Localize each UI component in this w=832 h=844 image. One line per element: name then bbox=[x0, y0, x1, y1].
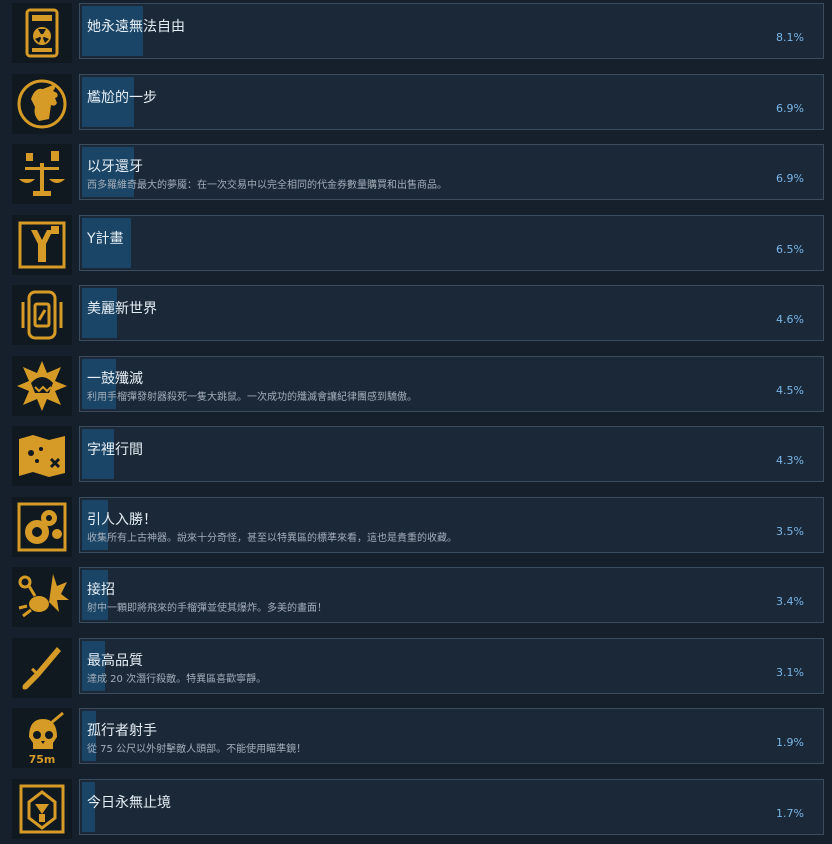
achievement-panel: 美麗新世界 4.6% bbox=[79, 285, 824, 341]
achievement-panel: 一鼓殲滅利用手榴彈發射器殺死一隻大跳鼠。一次成功的殲滅會讓紀律團感到驕傲。 4.5… bbox=[79, 355, 824, 412]
unlock-percentage: 4.3% bbox=[776, 454, 804, 467]
achievement-title: 尷尬的一步 bbox=[87, 89, 157, 106]
achievement-row[interactable]: 她永遠無法自由 8.1% bbox=[0, 3, 832, 63]
achievement-row[interactable]: 尷尬的一步 6.9% bbox=[0, 73, 832, 134]
achievement-panel: 最高品質達成 20 次潛行殺敵。特異區喜歡寧靜。 3.1% bbox=[79, 637, 824, 694]
achievement-panel: 以牙還牙西多羅維奇最大的夢魇：在一次交易中以完全相同的代金券數量購買和出售商品。… bbox=[79, 144, 824, 200]
achievement-row[interactable]: 字裡行間 4.3% bbox=[0, 426, 832, 486]
achievement-description: 利用手榴彈發射器殺死一隻大跳鼠。一次成功的殲滅會讓紀律團感到驕傲。 bbox=[87, 391, 417, 403]
achievement-icon bbox=[12, 426, 72, 486]
achievement-title: 一鼓殲滅 bbox=[87, 370, 143, 387]
achievement-icon bbox=[12, 637, 72, 698]
achievement-row[interactable]: 美麗新世界 4.6% bbox=[0, 285, 832, 345]
unlock-percentage: 3.4% bbox=[776, 595, 804, 608]
unlock-percentage: 4.6% bbox=[776, 313, 804, 326]
achievement-icon: 75m bbox=[12, 708, 72, 768]
achievement-icon bbox=[12, 567, 72, 627]
achievement-description: 收集所有上古神器。說來十分奇怪，甚至以特異區的標準來看，這也是貴重的收藏。 bbox=[87, 532, 457, 544]
achievement-icon bbox=[12, 73, 72, 134]
unlock-percentage: 6.9% bbox=[776, 101, 804, 115]
achievement-description: 射中一顆即將飛來的手榴彈並使其爆炸。多美的畫面！ bbox=[87, 603, 327, 614]
achievement-list: 她永遠無法自由 8.1% 尷尬的一步 6.9% 以牙還牙 西多羅維奇最大的夢魇：在一次交易… bbox=[0, 0, 832, 844]
unlock-percentage: 3.5% bbox=[776, 524, 804, 538]
achievement-panel: 尷尬的一步 6.9% bbox=[79, 73, 824, 130]
achievement-title: 字裡行間 bbox=[87, 442, 143, 458]
achievement-icon bbox=[12, 285, 72, 345]
unlock-percentage: 1.9% bbox=[776, 736, 804, 749]
knife-icon bbox=[22, 646, 61, 689]
achievement-panel: Y計畫 6.5% bbox=[79, 214, 824, 271]
achievement-row[interactable]: 最高品質達成 20 次潛行殺敵。特異區喜歡寧靜。 3.1% bbox=[0, 637, 832, 698]
y-emblem-icon bbox=[18, 221, 66, 268]
achievement-title: 引人入勝！ bbox=[87, 511, 157, 528]
achievement-title: 美麗新世界 bbox=[87, 301, 157, 317]
achievement-row[interactable]: 以牙還牙西多羅維奇最大的夢魇：在一次交易中以完全相同的代金券數量購買和出售商品。… bbox=[0, 144, 832, 204]
scales-icon bbox=[19, 151, 65, 196]
achievement-title: 接招 bbox=[87, 582, 115, 598]
achievement-panel: 她永遠無法自由 8.1% bbox=[79, 3, 824, 59]
achievement-title: 最高品質 bbox=[87, 652, 143, 669]
hand-on-face-icon bbox=[17, 79, 67, 128]
achievement-title: 她永遠無法自由 bbox=[87, 19, 185, 35]
hazard-badge-icon bbox=[25, 8, 59, 58]
skull-75m-icon: 75m bbox=[29, 711, 64, 766]
achievement-row[interactable]: 一鼓殲滅利用手榴彈發射器殺死一隻大跳鼠。一次成功的殲滅會讓紀律團感到驕傲。 4.5… bbox=[0, 355, 832, 416]
achievement-title: 以牙還牙 bbox=[87, 159, 143, 175]
canister-icon bbox=[21, 290, 63, 340]
achievement-row[interactable]: Y計畫 6.5% bbox=[0, 214, 832, 275]
grenade-burst-icon bbox=[18, 574, 69, 618]
achievement-icon bbox=[12, 355, 72, 416]
icon-distance-label: 75m bbox=[29, 753, 56, 766]
mutant-explosion-icon bbox=[17, 360, 67, 411]
achievement-panel: 接招射中一顆即將飛來的手榴彈並使其爆炸。多美的畫面！ 3.4% bbox=[79, 567, 824, 623]
achievement-row[interactable]: 接招射中一顆即將飛來的手榴彈並使其爆炸。多美的畫面！ 3.4% bbox=[0, 567, 832, 627]
achievement-description: 達成 20 次潛行殺敵。特異區喜歡寧靜。 bbox=[87, 673, 267, 685]
unlock-percentage: 1.7% bbox=[776, 806, 804, 820]
achievement-row[interactable]: 75m 孤行者射手從 75 公尺以外射擊敵人頭部。不能使用瞄準鏡！ 1.9% bbox=[0, 708, 832, 768]
unlock-percentage: 6.5% bbox=[776, 242, 804, 256]
achievement-icon bbox=[12, 3, 72, 63]
unlock-percentage: 4.5% bbox=[776, 383, 804, 397]
achievement-row[interactable]: 今日永無止境 1.7% bbox=[0, 778, 832, 839]
achievement-row[interactable]: 引人入勝！ 收集所有上古神器。說來十分奇怪，甚至以特異區的標準來看，這也是貴重的收… bbox=[0, 496, 832, 557]
achievement-description: 西多羅維奇最大的夢魇：在一次交易中以完全相同的代金券數量購買和出售商品。 bbox=[87, 180, 447, 191]
achievement-panel: 引人入勝！ 收集所有上古神器。說來十分奇怪，甚至以特異區的標準來看，這也是貴重的收… bbox=[79, 496, 824, 553]
artifacts-icon bbox=[17, 502, 67, 551]
achievement-panel: 字裡行間 4.3% bbox=[79, 426, 824, 482]
achievement-icon bbox=[12, 496, 72, 557]
unlock-percentage: 8.1% bbox=[776, 31, 804, 44]
achievement-icon bbox=[12, 144, 72, 204]
achievement-icon bbox=[12, 214, 72, 275]
achievement-icon bbox=[12, 778, 72, 839]
achievement-title: 孤行者射手 bbox=[87, 723, 157, 739]
map-icon bbox=[19, 435, 65, 477]
unlock-percentage: 6.9% bbox=[776, 172, 804, 185]
achievement-panel: 孤行者射手從 75 公尺以外射擊敵人頭部。不能使用瞄準鏡！ 1.9% bbox=[79, 708, 824, 764]
achievement-panel: 今日永無止境 1.7% bbox=[79, 778, 824, 835]
achievement-description: 從 75 公尺以外射擊敵人頭部。不能使用瞄準鏡！ bbox=[87, 744, 307, 755]
achievement-title: 今日永無止境 bbox=[87, 794, 171, 811]
achievement-title: Y計畫 bbox=[87, 230, 124, 247]
eternal-emblem-icon bbox=[19, 784, 65, 833]
unlock-percentage: 3.1% bbox=[776, 665, 804, 679]
